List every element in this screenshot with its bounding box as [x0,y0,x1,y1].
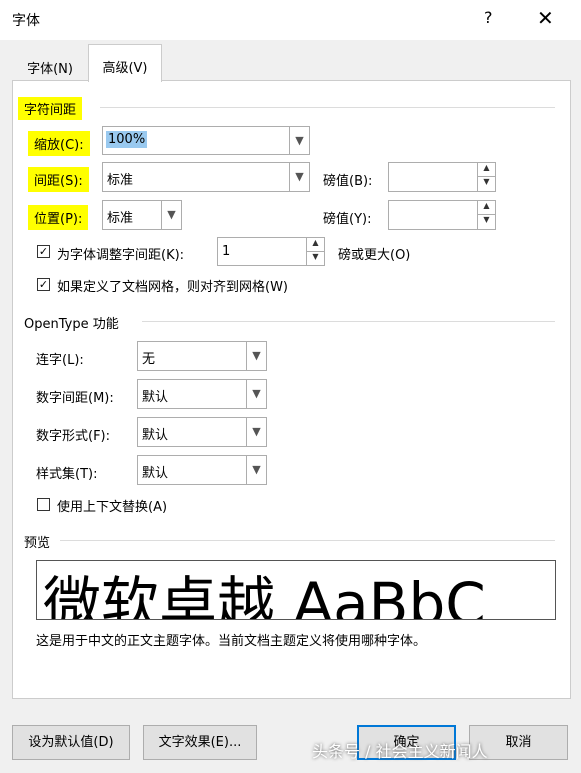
kerning-label: 为字体调整字间距(K): [57,248,185,263]
close-button[interactable]: ✕ [537,6,554,30]
num-forms-combobox[interactable]: 默认 ▼ [137,417,267,447]
position-by-spinner[interactable]: ▲ ▼ [388,200,496,230]
ligatures-label: 连字(L): [36,353,84,368]
position-value: 标准 [107,211,134,226]
ligatures-value: 无 [142,352,156,367]
kerning-checkbox[interactable]: ✓ [37,245,50,258]
contextual-checkbox[interactable] [37,498,50,511]
section-opentype: OpenType 功能 [24,317,119,332]
preview-sample: 微软卓越 AaBbC [43,570,486,620]
section-divider [142,321,555,322]
spacing-value: 标准 [107,173,134,188]
position-label: 位置(P): [28,205,89,230]
stylistic-sets-combobox[interactable]: 默认 ▼ [137,455,267,485]
title-bar: 字体 ? ✕ [0,0,581,40]
text-effects-button[interactable]: 文字效果(E)... [143,725,257,760]
section-preview: 预览 [24,536,51,551]
num-forms-label: 数字形式(F): [36,429,111,444]
scale-label: 缩放(C): [28,131,90,156]
snap-grid-checkbox[interactable]: ✓ [37,278,50,291]
chevron-down-icon[interactable]: ▼ [161,201,181,229]
down-arrow-icon[interactable]: ▼ [477,177,495,191]
watermark: 头条号 / 社会主义新闻人 [312,742,488,761]
chevron-down-icon[interactable]: ▼ [246,342,266,370]
checkmark-icon: ✓ [38,245,49,258]
scale-combobox[interactable]: 100% ▼ [102,126,310,155]
stylistic-sets-label: 样式集(T): [36,467,98,482]
help-button[interactable]: ? [484,8,493,27]
contextual-label: 使用上下文替换(A) [57,500,168,515]
up-arrow-icon[interactable]: ▲ [477,201,495,215]
tab-font[interactable]: 字体(N) [14,50,86,82]
up-arrow-icon[interactable]: ▲ [477,163,495,177]
snap-grid-label: 如果定义了文档网格，则对齐到网格(W) [57,280,288,295]
spacing-by-label: 磅值(B): [323,174,373,189]
chevron-down-icon[interactable]: ▼ [246,380,266,408]
section-divider [100,107,555,108]
chevron-down-icon[interactable]: ▼ [246,418,266,446]
spacing-by-spinner[interactable]: ▲ ▼ [388,162,496,192]
position-by-label: 磅值(Y): [323,212,372,227]
chevron-down-icon[interactable]: ▼ [246,456,266,484]
spacing-label: 间距(S): [28,167,89,192]
checkmark-icon: ✓ [38,278,49,291]
down-arrow-icon[interactable]: ▼ [306,251,324,265]
kerning-suffix: 磅或更大(O) [338,248,411,263]
ligatures-combobox[interactable]: 无 ▼ [137,341,267,371]
num-spacing-combobox[interactable]: 默认 ▼ [137,379,267,409]
spacing-combobox[interactable]: 标准 ▼ [102,162,310,192]
position-combobox[interactable]: 标准 ▼ [102,200,182,230]
num-spacing-value: 默认 [142,390,169,405]
chevron-down-icon[interactable]: ▼ [289,127,309,154]
kerning-spinner[interactable]: 1 ▲ ▼ [217,237,325,266]
up-arrow-icon[interactable]: ▲ [306,238,324,252]
num-spacing-label: 数字间距(M): [36,391,114,406]
num-forms-value: 默认 [142,428,169,443]
scale-value: 100% [106,131,148,148]
window-title: 字体 [12,13,40,29]
tab-advanced[interactable]: 高级(V) [88,44,162,82]
chevron-down-icon[interactable]: ▼ [289,163,309,191]
section-char-spacing: 字符间距 [18,97,83,120]
preview-note: 这是用于中文的正文主题字体。当前文档主题定义将使用哪种字体。 [36,634,427,649]
set-default-button[interactable]: 设为默认值(D) [12,725,130,760]
preview-box: 微软卓越 AaBbC [36,560,556,620]
section-divider [60,540,555,541]
down-arrow-icon[interactable]: ▼ [477,215,495,229]
stylistic-sets-value: 默认 [142,466,169,481]
kerning-value: 1 [222,244,231,259]
